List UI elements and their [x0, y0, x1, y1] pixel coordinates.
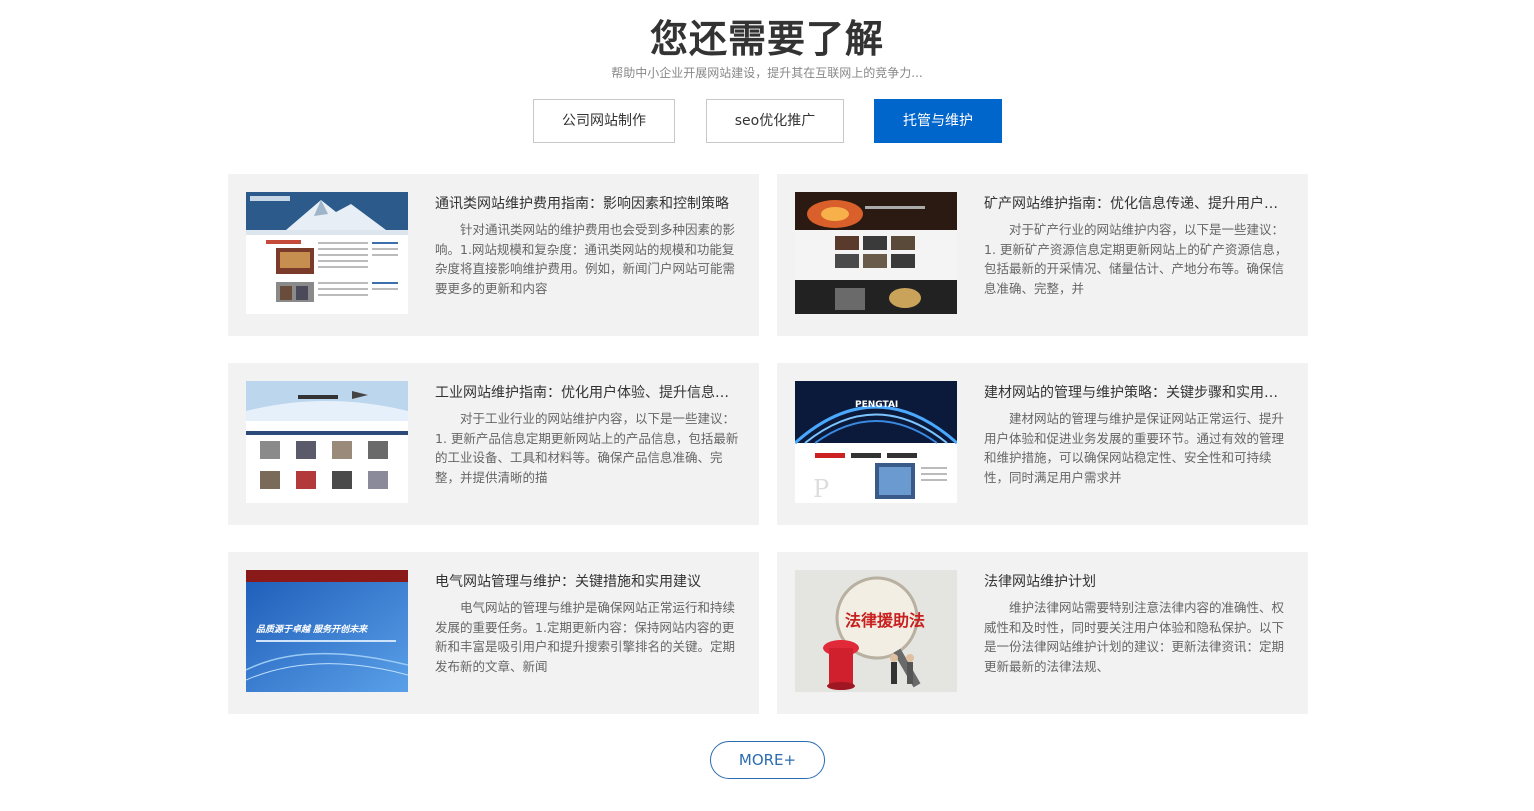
article-thumbnail[interactable]	[246, 192, 408, 314]
article-title[interactable]: 通讯类网站维护费用指南：影响因素和控制策略	[435, 193, 741, 215]
article-card[interactable]: 矿产网站维护指南：优化信息传递、提升用户体验 对于矿产行业的网站维护内容，以下是…	[777, 174, 1308, 336]
tab-company-website[interactable]: 公司网站制作	[533, 99, 675, 143]
article-title[interactable]: 法律网站维护计划	[984, 571, 1290, 593]
article-thumbnail[interactable]	[246, 381, 408, 503]
article-card[interactable]: 法律援助法 法律网站维护计划 维护法律网站需要特别注意法律内容的准确性、权威性和…	[777, 552, 1308, 714]
article-thumbnail[interactable]: PENGTAI P	[795, 381, 957, 503]
article-title[interactable]: 工业网站维护指南：优化用户体验、提升信息传递	[435, 382, 741, 404]
article-title[interactable]: 建材网站的管理与维护策略：关键步骤和实用建议	[984, 382, 1290, 404]
article-description: 电气网站的管理与维护是确保网站正常运行和持续发展的重要任务。1.定期更新内容：保…	[435, 600, 736, 674]
page-subtitle: 帮助中小企业开展网站建设，提升其在互联网上的竞争力...	[611, 66, 923, 80]
category-tabs: 公司网站制作 seo优化推广 托管与维护	[0, 99, 1534, 143]
article-card[interactable]: PENGTAI P 建材网站的管理与维护策略：关键步骤和实用建议 建材网站的管理…	[777, 363, 1308, 525]
article-description: 建材网站的管理与维护是保证网站正常运行、提升用户体验和促进业务发展的重要环节。通…	[984, 411, 1285, 485]
page-title: 您还需要了解	[649, 17, 884, 61]
legal-aid-text: 法律援助法	[845, 611, 925, 630]
article-thumbnail[interactable]: 品质源于卓越 服务开创未来	[246, 570, 408, 692]
svg-text:P: P	[813, 475, 829, 503]
article-thumbnail[interactable]: 法律援助法	[795, 570, 957, 692]
article-card[interactable]: 工业网站维护指南：优化用户体验、提升信息传递 对于工业行业的网站维护内容，以下是…	[228, 363, 759, 525]
article-title[interactable]: 电气网站管理与维护：关键措施和实用建议	[435, 571, 741, 593]
pengtai-logo-text: PENGTAI	[855, 400, 898, 410]
tab-seo-promotion[interactable]: seo优化推广	[706, 99, 844, 143]
article-title[interactable]: 矿产网站维护指南：优化信息传递、提升用户体验	[984, 193, 1290, 215]
article-description: 对于工业行业的网站维护内容，以下是一些建议：1. 更新产品信息定期更新网站上的产…	[435, 411, 739, 485]
article-thumbnail[interactable]	[795, 192, 957, 314]
article-card[interactable]: 通讯类网站维护费用指南：影响因素和控制策略 针对通讯类网站的维护费用也会受到多种…	[228, 174, 759, 336]
more-button[interactable]: MORE+	[710, 741, 825, 779]
article-description: 维护法律网站需要特别注意法律内容的准确性、权威性和及时性，同时要关注用户体验和隐…	[984, 600, 1285, 674]
article-card[interactable]: 品质源于卓越 服务开创未来 电气网站管理与维护：关键措施和实用建议 电气网站的管…	[228, 552, 759, 714]
article-description: 针对通讯类网站的维护费用也会受到多种因素的影响。1.网站规模和复杂度：通讯类网站…	[435, 222, 736, 296]
slogan-text: 品质源于卓越 服务开创未来	[256, 624, 368, 635]
article-description: 对于矿产行业的网站维护内容，以下是一些建议：1. 更新矿产资源信息定期更新网站上…	[984, 222, 1288, 296]
tab-hosting-maintenance[interactable]: 托管与维护	[874, 99, 1002, 143]
